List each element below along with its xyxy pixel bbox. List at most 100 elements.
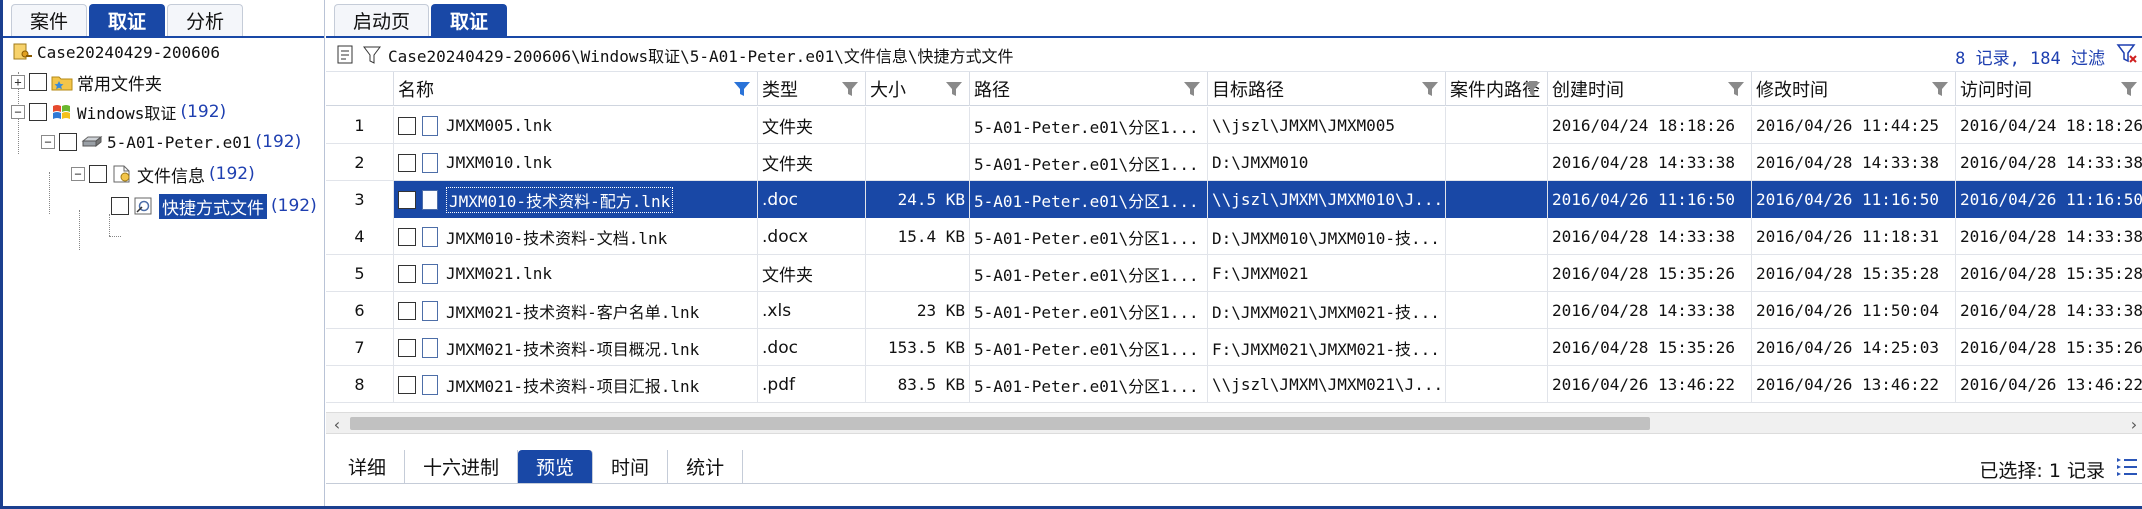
cell-atime: 2016/04/26 11:16:50	[1956, 181, 2142, 218]
tree-checkbox[interactable]	[89, 165, 107, 183]
cell-ctime: 2016/04/28 15:35:26	[1548, 255, 1752, 292]
table-row[interactable]: 3 JMXM010-技术资料-配方.lnk .doc 24.5 KB 5-A01-Pet…	[326, 181, 2142, 218]
cell-target: F:\JMXM021	[1208, 255, 1446, 292]
row-checkbox[interactable]	[398, 338, 416, 357]
filter-icon[interactable]	[362, 44, 382, 66]
tree-connector	[79, 210, 80, 250]
row-checkbox[interactable]	[398, 190, 416, 209]
tree-checkbox[interactable]	[111, 197, 129, 215]
file-icon	[422, 189, 438, 210]
row-checkbox[interactable]	[398, 301, 416, 320]
tab-detail[interactable]: 详细	[330, 450, 406, 483]
tab-analysis[interactable]: 分析	[167, 4, 244, 36]
cell-type: .xls	[758, 292, 866, 329]
scrollbar-thumb[interactable]	[350, 417, 1650, 430]
header-atime[interactable]: 访问时间	[1956, 72, 2142, 106]
header-label: 大小	[870, 80, 906, 101]
file-name: JMXM010-技术资料-配方.lnk	[446, 186, 674, 213]
column-filter-icon[interactable]	[1183, 80, 1201, 98]
tree-node-shortcut[interactable]: 快捷方式文件 (192)	[111, 192, 317, 220]
cell-target: \\jszl\JMXM\JMXM005	[1208, 107, 1446, 144]
file-name: JMXM005.lnk	[446, 116, 552, 135]
export-icon[interactable]	[336, 44, 356, 66]
column-filter-icon[interactable]	[841, 80, 859, 98]
expand-plus-icon[interactable]: +	[11, 75, 25, 89]
tree-node-windows[interactable]: − Windows取证 (192)	[11, 98, 226, 126]
tab-start-page[interactable]: 启动页	[334, 4, 430, 36]
tab-forensics-view[interactable]: 取证	[431, 4, 508, 36]
horizontal-scrollbar[interactable]: ‹ ›	[326, 412, 2142, 434]
clear-filter-icon[interactable]	[2115, 42, 2139, 66]
table-row[interactable]: 6 JMXM021-技术资料-客户名单.lnk .xls 23 KB 5-A01-Pet…	[326, 292, 2142, 329]
tree-connector	[49, 172, 50, 214]
cell-type: .pdf	[758, 366, 866, 403]
row-checkbox[interactable]	[398, 153, 416, 172]
header-size[interactable]: 大小	[866, 72, 970, 106]
file-info-icon	[111, 164, 133, 184]
header-type[interactable]: 类型	[758, 72, 866, 106]
table-row[interactable]: 8 JMXM021-技术资料-项目汇报.lnk .pdf 83.5 KB 5-A01-P…	[326, 366, 2142, 403]
tree-checkbox[interactable]	[29, 103, 47, 121]
header-path[interactable]: 路径	[970, 72, 1208, 106]
column-filter-icon[interactable]	[2120, 80, 2138, 98]
cell-casepath	[1446, 292, 1548, 329]
scroll-left-arrow-icon[interactable]: ‹	[326, 413, 348, 435]
scroll-right-arrow-icon[interactable]: ›	[2123, 413, 2142, 435]
collapse-minus-icon[interactable]: −	[11, 105, 25, 119]
cell-atime: 2016/04/24 18:18:26	[1956, 107, 2142, 144]
header-ctime[interactable]: 创建时间	[1548, 72, 1752, 106]
collapse-minus-icon[interactable]: −	[71, 167, 85, 181]
collapse-minus-icon[interactable]: −	[41, 135, 55, 149]
cell-path: 5-A01-Peter.e01\分区1...	[970, 107, 1208, 144]
tree-label-fileinfo: 文件信息	[137, 166, 205, 187]
table-row[interactable]: 7 JMXM021-技术资料-项目概况.lnk .doc 153.5 KB 5-A01-…	[326, 329, 2142, 366]
tree-node-image[interactable]: − 5-A01-Peter.e01 (192)	[41, 128, 301, 156]
column-filter-icon[interactable]	[1727, 80, 1745, 98]
header-name[interactable]: 名称	[394, 72, 758, 106]
tab-preview[interactable]: 预览	[518, 450, 594, 483]
column-filter-icon[interactable]	[945, 80, 963, 98]
tab-stats[interactable]: 统计	[668, 450, 744, 483]
column-filter-icon[interactable]	[1523, 80, 1541, 98]
column-filter-icon[interactable]	[1421, 80, 1439, 98]
list-settings-icon[interactable]	[2115, 455, 2139, 479]
tree-connector	[109, 236, 121, 237]
cell-rownum: 8	[326, 366, 394, 403]
header-target[interactable]: 目标路径	[1208, 72, 1446, 106]
table-row[interactable]: 5 JMXM021.lnk 文件夹 5-A01-Peter.e01\分区1... F:\…	[326, 255, 2142, 292]
cell-mtime: 2016/04/26 11:44:25	[1752, 107, 1956, 144]
table-row[interactable]: 1 JMXM005.lnk 文件夹 5-A01-Peter.e01\分区1... \\j…	[326, 107, 2142, 144]
tab-forensics[interactable]: 取证	[89, 4, 166, 36]
file-name: JMXM010.lnk	[446, 153, 552, 172]
record-status: 8 记录, 184 过滤	[1955, 49, 2105, 69]
tab-case[interactable]: 案件	[11, 4, 88, 36]
cell-rownum: 3	[326, 181, 394, 218]
cell-path: 5-A01-Peter.e01\分区1...	[970, 255, 1208, 292]
column-filter-icon[interactable]	[1931, 80, 1949, 98]
table-row[interactable]: 4 JMXM010-技术资料-文档.lnk .docx 15.4 KB 5-A01-Pe…	[326, 218, 2142, 255]
row-checkbox[interactable]	[398, 264, 416, 283]
tree-label-common-folder: 常用文件夹	[77, 74, 162, 95]
row-checkbox[interactable]	[398, 375, 416, 394]
row-checkbox[interactable]	[398, 116, 416, 135]
cell-name: JMXM021-技术资料-项目概况.lnk	[394, 329, 758, 366]
row-checkbox[interactable]	[398, 227, 416, 246]
column-filter-active-icon[interactable]	[733, 80, 751, 98]
tree-node-common-folder[interactable]: + 常用文件夹	[11, 68, 162, 96]
folder-star-icon	[51, 72, 73, 92]
cell-target: \\jszl\JMXM\JMXM021\J...	[1208, 366, 1446, 403]
tab-hex[interactable]: 十六进制	[405, 450, 519, 483]
file-icon	[422, 337, 438, 358]
tree-checkbox[interactable]	[29, 73, 47, 91]
file-icon	[422, 374, 438, 395]
header-casepath[interactable]: 案件内路径	[1446, 72, 1548, 106]
header-mtime[interactable]: 修改时间	[1752, 72, 1956, 106]
tree-node-case[interactable]: Case20240429-200606	[11, 38, 220, 66]
cell-rownum: 4	[326, 218, 394, 255]
cell-atime: 2016/04/28 14:33:38	[1956, 292, 2142, 329]
tree-checkbox[interactable]	[59, 133, 77, 151]
table-row[interactable]: 2 JMXM010.lnk 文件夹 5-A01-Peter.e01\分区1... D:\…	[326, 144, 2142, 181]
cell-size: 23 KB	[866, 292, 970, 329]
tree-node-fileinfo[interactable]: − 文件信息 (192)	[71, 160, 255, 188]
tab-time[interactable]: 时间	[593, 450, 669, 483]
